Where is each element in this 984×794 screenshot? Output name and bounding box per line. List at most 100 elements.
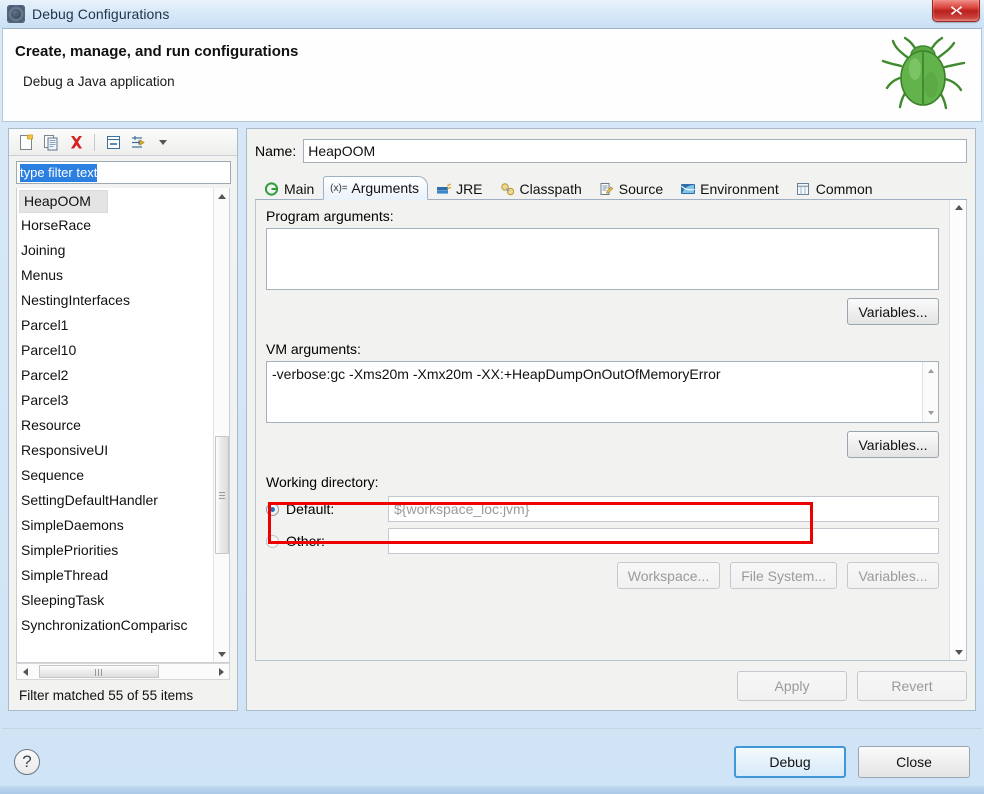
list-item[interactable]: SimpleThread xyxy=(17,563,213,588)
configurations-list-horizontal-scrollbar[interactable] xyxy=(16,663,230,680)
collapse-all-icon[interactable] xyxy=(102,132,124,153)
list-item[interactable]: SimpleDaemons xyxy=(17,513,213,538)
tab-environment[interactable]: Environment xyxy=(672,176,788,200)
list-item[interactable]: Parcel1 xyxy=(17,313,213,338)
scroll-down-arrow-icon[interactable] xyxy=(214,646,229,662)
scrollbar-thumb[interactable] xyxy=(950,200,965,570)
list-item[interactable]: HeapOOM xyxy=(19,190,108,213)
scroll-up-arrow-icon[interactable] xyxy=(950,200,966,215)
tab-source[interactable]: Source xyxy=(591,176,672,200)
working-directory-other-radio[interactable]: Other: xyxy=(266,533,388,549)
list-item[interactable]: ResponsiveUI xyxy=(17,438,213,463)
horizontal-scrollbar-thumb[interactable] xyxy=(39,665,159,678)
scroll-up-arrow-icon[interactable] xyxy=(923,364,938,378)
scroll-down-arrow-icon[interactable] xyxy=(950,645,966,660)
green-bug-icon xyxy=(881,36,966,110)
configurations-panel: type filter text HeapOOM HorseRace Joining… xyxy=(8,128,238,711)
vm-arguments-value: -verbose:gc -Xms20m -Xmx20m -XX:+HeapDum… xyxy=(272,366,721,382)
list-item[interactable]: Sequence xyxy=(17,463,213,488)
toolbar-separator xyxy=(94,133,95,151)
tab-label: Source xyxy=(618,180,664,197)
filter-launch-configurations-icon[interactable] xyxy=(127,132,149,153)
list-item[interactable]: Resource xyxy=(17,413,213,438)
debug-config-icon xyxy=(7,5,25,23)
tab-label: Main xyxy=(284,180,315,197)
list-item[interactable]: SleepingTask xyxy=(17,588,213,613)
scrollbar-thumb[interactable] xyxy=(215,436,229,554)
list-item[interactable]: SimplePriorities xyxy=(17,538,213,563)
filter-text-selection: type filter text xyxy=(20,164,98,182)
vm-arguments-button-row: Variables... xyxy=(266,431,939,458)
list-item[interactable]: SettingDefaultHandler xyxy=(17,488,213,513)
scroll-right-arrow-icon[interactable] xyxy=(213,664,229,679)
debug-button[interactable]: Debug xyxy=(734,745,846,778)
apply-button[interactable]: Apply xyxy=(737,671,847,701)
list-item[interactable]: Parcel3 xyxy=(17,388,213,413)
radio-on-icon xyxy=(266,502,279,516)
scroll-down-arrow-icon[interactable] xyxy=(923,406,938,420)
working-directory-button-row: Workspace... File System... Variables... xyxy=(266,562,939,589)
tab-main[interactable]: Main xyxy=(256,176,323,200)
filter-status-label: Filter matched 55 of 55 items xyxy=(19,687,194,703)
configuration-editor-panel: Name: HeapOOM Main (x)= Arguments JRE Classp… xyxy=(246,128,976,711)
other-label: Other: xyxy=(286,533,325,549)
delete-configuration-icon[interactable] xyxy=(65,132,87,153)
scroll-up-arrow-icon[interactable] xyxy=(214,188,229,204)
tab-content-vertical-scrollbar[interactable] xyxy=(949,200,966,660)
duplicate-configuration-icon[interactable] xyxy=(40,132,62,153)
list-item[interactable]: HorseRace xyxy=(17,213,213,238)
list-item[interactable]: SynchronizationComparisc xyxy=(17,613,213,638)
tab-classpath[interactable]: Classpath xyxy=(492,176,591,200)
vm-arguments-label: VM arguments: xyxy=(266,341,361,357)
tab-label: Classpath xyxy=(519,180,582,197)
list-item[interactable]: Menus xyxy=(17,263,213,288)
tab-label: Arguments xyxy=(351,180,420,196)
tab-jre[interactable]: JRE xyxy=(428,176,491,200)
configurations-list[interactable]: HeapOOM HorseRace Joining Menus NestingInter… xyxy=(16,188,230,663)
default-label: Default: xyxy=(286,501,335,517)
filter-field-wrapper: type filter text xyxy=(9,156,237,188)
working-directory-default-radio[interactable]: Default: xyxy=(266,501,388,517)
scroll-left-arrow-icon[interactable] xyxy=(17,664,33,679)
tab-label: Common xyxy=(815,180,873,197)
environment-tab-icon xyxy=(679,181,696,196)
footer-buttons: Debug Close xyxy=(734,745,970,778)
window-close-button[interactable] xyxy=(932,0,980,22)
close-button[interactable]: Close xyxy=(858,745,970,778)
working-directory-default-input[interactable]: ${workspace_loc:jvm} xyxy=(388,496,939,522)
revert-button[interactable]: Revert xyxy=(857,671,967,701)
window-bottom-strip xyxy=(0,786,984,794)
file-system-button[interactable]: File System... xyxy=(730,562,837,589)
list-item[interactable]: Joining xyxy=(17,238,213,263)
title-bar: Debug Configurations xyxy=(0,0,984,28)
list-item[interactable]: Parcel10 xyxy=(17,338,213,363)
list-item[interactable]: Parcel2 xyxy=(17,363,213,388)
view-menu-chevron-down-icon[interactable] xyxy=(152,132,174,153)
program-arguments-input[interactable] xyxy=(266,228,939,290)
list-item[interactable]: NestingInterfaces xyxy=(17,288,213,313)
workspace-button[interactable]: Workspace... xyxy=(616,562,721,589)
vm-arguments-input[interactable]: -verbose:gc -Xms20m -Xmx20m -XX:+HeapDum… xyxy=(266,361,939,423)
vm-arguments-variables-button[interactable]: Variables... xyxy=(847,431,939,458)
working-directory-other-input[interactable] xyxy=(388,528,939,554)
tab-common[interactable]: Common xyxy=(788,176,882,200)
window-title: Debug Configurations xyxy=(32,6,170,22)
configurations-list-vertical-scrollbar[interactable] xyxy=(213,188,229,662)
arguments-tab-icon: (x)= xyxy=(330,182,348,194)
program-arguments-label: Program arguments: xyxy=(266,208,394,224)
classpath-tab-icon xyxy=(499,181,516,196)
new-configuration-icon[interactable] xyxy=(15,132,37,153)
source-tab-icon xyxy=(598,181,615,196)
working-directory-variables-button[interactable]: Variables... xyxy=(847,562,939,589)
dialog-footer: ? Debug Close xyxy=(2,728,982,794)
vm-arguments-scrollbar[interactable] xyxy=(922,362,938,422)
configuration-name-input[interactable]: HeapOOM xyxy=(303,138,967,163)
common-tab-icon xyxy=(795,181,812,196)
working-directory-other-row: Other: xyxy=(266,528,939,554)
search-input[interactable]: type filter text xyxy=(16,161,231,184)
program-arguments-variables-button[interactable]: Variables... xyxy=(847,298,939,325)
tab-arguments[interactable]: (x)= Arguments xyxy=(323,176,429,200)
help-icon[interactable]: ? xyxy=(14,748,40,775)
chevron-down-icon xyxy=(159,139,167,145)
working-directory-default-row: Default: ${workspace_loc:jvm} xyxy=(266,496,939,522)
